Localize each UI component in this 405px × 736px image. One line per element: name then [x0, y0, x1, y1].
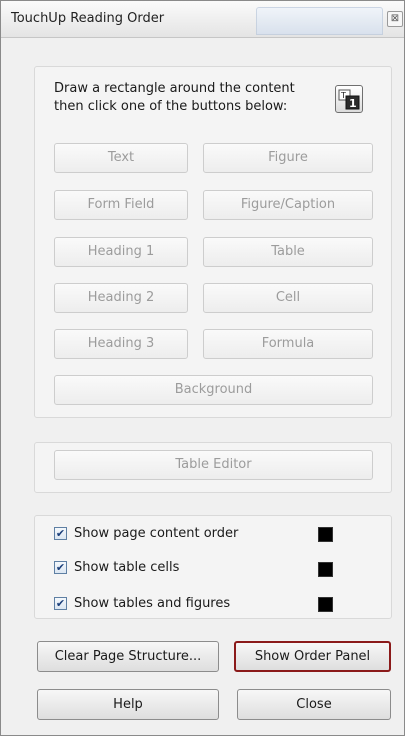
cell-button[interactable]: Cell [203, 283, 373, 313]
page-content-order-color-swatch[interactable] [318, 527, 333, 542]
figure-caption-button[interactable]: Figure/Caption [203, 190, 373, 220]
clear-page-structure-button[interactable]: Clear Page Structure... [37, 641, 219, 672]
tables-and-figures-color-swatch[interactable] [318, 597, 333, 612]
show-page-content-order-label: Show page content order [74, 526, 239, 541]
svg-text:T: T [340, 91, 346, 100]
show-table-cells-checkbox[interactable]: ✔ [54, 561, 67, 574]
table-button[interactable]: Table [203, 237, 373, 267]
table-editor-button[interactable]: Table Editor [54, 450, 373, 480]
heading-3-button[interactable]: Heading 3 [54, 329, 188, 359]
close-icon[interactable]: ⊠ [387, 11, 403, 27]
show-page-content-order-checkbox[interactable]: ✔ [54, 527, 67, 540]
reading-order-icon[interactable]: T 1 [335, 85, 363, 113]
help-button[interactable]: Help [37, 689, 219, 720]
show-tables-and-figures-label: Show tables and figures [74, 596, 231, 611]
table-cells-color-swatch[interactable] [318, 562, 333, 577]
form-field-button[interactable]: Form Field [54, 190, 188, 220]
close-button[interactable]: Close [237, 689, 391, 720]
background-button[interactable]: Background [54, 375, 373, 405]
formula-button[interactable]: Formula [203, 329, 373, 359]
window-title: TouchUp Reading Order [11, 11, 165, 26]
svg-text:1: 1 [349, 97, 357, 110]
figure-button[interactable]: Figure [203, 143, 373, 173]
heading-2-button[interactable]: Heading 2 [54, 283, 188, 313]
instruction-text: Draw a rectangle around the content then… [54, 81, 295, 114]
title-bar: TouchUp Reading Order ⊠ [1, 1, 404, 38]
show-tables-and-figures-checkbox[interactable]: ✔ [54, 597, 67, 610]
background-window-tab [256, 7, 383, 35]
show-order-panel-button[interactable]: Show Order Panel [234, 641, 391, 672]
show-table-cells-label: Show table cells [74, 560, 180, 575]
text-button[interactable]: Text [54, 143, 188, 173]
touchup-reading-order-dialog: TouchUp Reading Order ⊠ Draw a rectangle… [0, 0, 405, 736]
heading-1-button[interactable]: Heading 1 [54, 237, 188, 267]
reading-order-icon-glyph: T 1 [338, 89, 360, 110]
